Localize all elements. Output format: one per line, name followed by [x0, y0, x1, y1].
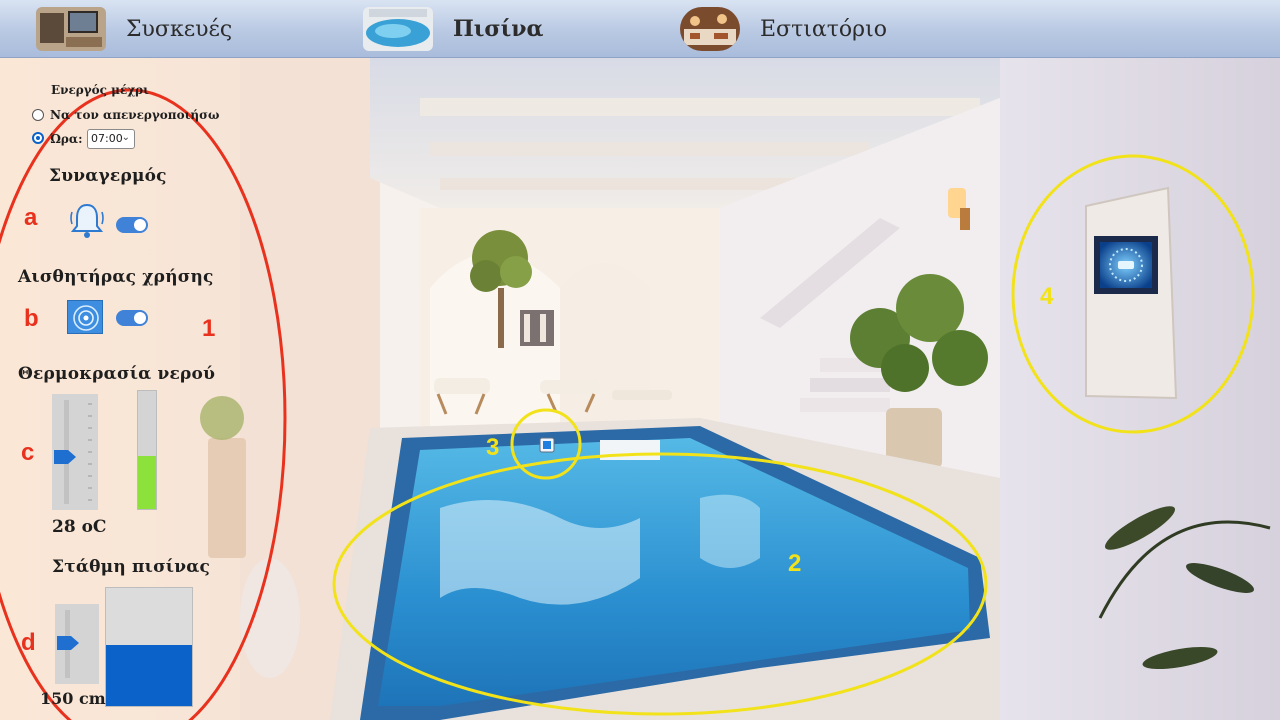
nav-label-devices: Συσκευές [126, 16, 233, 42]
toggle-knob [134, 219, 146, 231]
annotation-letter-c: c [21, 439, 35, 466]
pool-level-slider[interactable] [55, 604, 99, 684]
pool-level-slider-thumb[interactable] [57, 635, 79, 650]
radio-manual-off-label: Να τον απενεργοποιήσω [50, 108, 220, 122]
devices-thumbnail-icon [36, 7, 106, 51]
pool-level-fill [106, 644, 192, 706]
active-until-title: Ενεργός μέχρι [51, 83, 149, 97]
control-panel: Ενεργός μέχρι Να τον απενεργοποιήσω Ώρα:… [0, 58, 260, 720]
nav-item-restaurant[interactable]: Εστιατόριο [680, 6, 887, 52]
usage-sensor-toggle[interactable] [116, 310, 148, 326]
time-select[interactable]: 07:00 ⌄ [87, 129, 135, 149]
radio-manual-off[interactable] [32, 109, 44, 121]
nav-item-pool[interactable]: Πισίνα [363, 6, 543, 52]
nav-label-pool: Πισίνα [453, 16, 544, 42]
pool-level-title: Στάθμη πισίνας [52, 557, 211, 577]
radio-time-label: Ώρα: [50, 132, 83, 146]
sensor-icon [67, 300, 103, 334]
toggle-knob [134, 312, 146, 324]
pool-level-bar [105, 587, 193, 707]
temperature-slider-thumb[interactable] [54, 450, 76, 465]
usage-sensor-title: Αισθητήρας χρήσης [18, 267, 214, 287]
temperature-level-bar [137, 390, 157, 510]
annotation-number-4: 4 [1040, 283, 1054, 310]
chevron-down-icon: ⌄ [121, 132, 130, 143]
pool-level-readout: 150 cm [40, 689, 106, 708]
annotation-letter-a: a [24, 204, 38, 231]
bell-icon [68, 200, 106, 240]
temperature-readout: 28 oC [52, 517, 107, 537]
temperature-slider[interactable] [52, 394, 98, 510]
annotation-letter-b: b [24, 305, 39, 332]
temperature-level-fill [138, 455, 156, 509]
top-navigation: Συσκευές Πισίνα Εστιατόριο [0, 0, 1280, 58]
nav-label-restaurant: Εστιατόριο [760, 16, 887, 42]
nav-item-devices[interactable]: Συσκευές [36, 6, 232, 52]
alarm-title: Συναγερμός [49, 166, 167, 186]
radio-time[interactable] [32, 132, 44, 144]
annotation-number-3: 3 [486, 434, 500, 461]
alarm-toggle[interactable] [116, 217, 148, 233]
pool-thumbnail-icon [363, 7, 433, 51]
water-temperature-title: Θερμοκρασία νερού [18, 364, 216, 384]
annotation-number-2: 2 [788, 550, 802, 577]
restaurant-thumbnail-icon [680, 7, 740, 51]
annotation-letter-d: d [21, 629, 36, 656]
time-select-value: 07:00 [91, 132, 123, 145]
